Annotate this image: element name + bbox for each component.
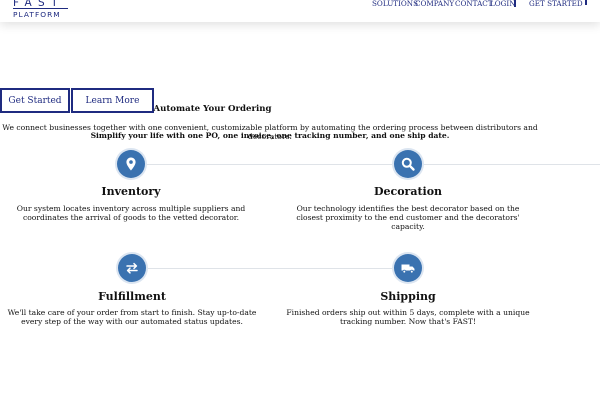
feature-desc-fulfillment: We'll take care of your order from start… bbox=[7, 308, 257, 326]
learn-more-button[interactable]: Learn More bbox=[71, 88, 154, 113]
section-title: Automate Your Ordering bbox=[153, 104, 272, 114]
delivery-truck-icon bbox=[394, 254, 422, 282]
logo-divider bbox=[13, 8, 68, 9]
feature-desc-shipping: Finished orders ship out within 5 days, … bbox=[286, 308, 530, 326]
connector-line-top bbox=[131, 164, 408, 165]
logo[interactable]: FAST PLATFORM bbox=[13, 0, 71, 23]
connector-line-top-right bbox=[408, 164, 600, 165]
feature-desc-inventory: Our system locates inventory across mult… bbox=[16, 204, 246, 222]
feature-title-inventory: Inventory bbox=[101, 185, 161, 198]
nav-separator bbox=[514, 0, 516, 7]
feature-title-fulfillment: Fulfillment bbox=[98, 290, 166, 303]
feature-title-decoration: Decoration bbox=[373, 185, 443, 198]
search-icon bbox=[394, 150, 422, 178]
location-pin-icon bbox=[117, 150, 145, 178]
nav-solutions[interactable]: SOLUTIONS bbox=[372, 0, 418, 8]
tagline-text: Simplify your life with one PO, one invo… bbox=[90, 131, 450, 140]
get-started-nav-link[interactable]: GET STARTED bbox=[529, 0, 583, 8]
get-started-button[interactable]: Get Started bbox=[0, 88, 70, 113]
nav-separator-right bbox=[585, 0, 587, 5]
nav-login[interactable]: LOGIN bbox=[490, 0, 516, 8]
site-header: FAST PLATFORM SOLUTIONS COMPANY CONTACT … bbox=[0, 0, 600, 22]
feature-desc-decoration: Our technology identifies the best decor… bbox=[296, 204, 520, 231]
swap-arrows-icon bbox=[118, 254, 146, 282]
nav-company[interactable]: COMPANY bbox=[415, 0, 454, 8]
connector-line-bottom bbox=[133, 268, 408, 269]
nav-contact[interactable]: CONTACT bbox=[455, 0, 493, 8]
logo-platform-text: PLATFORM bbox=[13, 10, 61, 19]
feature-title-shipping: Shipping bbox=[380, 290, 436, 303]
